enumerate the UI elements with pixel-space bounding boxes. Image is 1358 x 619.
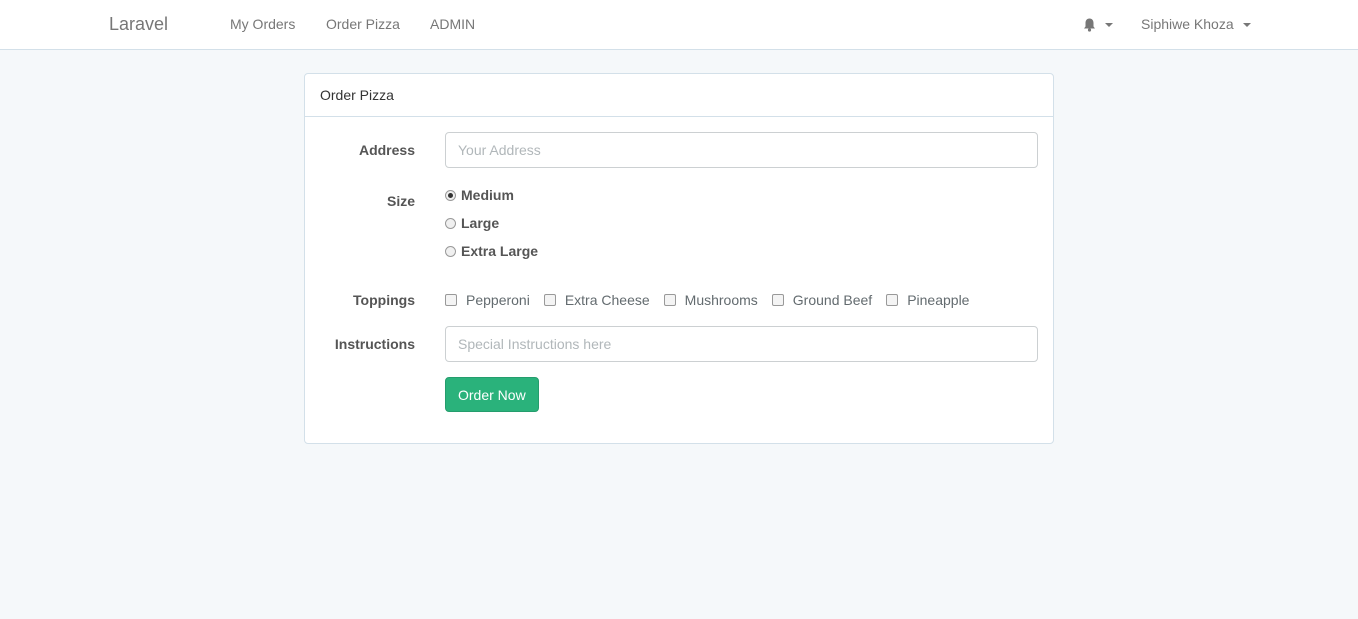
topping-pineapple[interactable]: Pineapple (886, 292, 969, 308)
user-name: Siphiwe Khoza (1141, 16, 1234, 32)
panel-title: Order Pizza (305, 74, 1053, 117)
address-input[interactable] (445, 132, 1038, 168)
toppings-label: Toppings (353, 292, 415, 308)
topping-label: Mushrooms (684, 292, 758, 308)
address-label: Address (358, 142, 415, 158)
chevron-down-icon (1104, 23, 1113, 28)
topping-checkbox-pepperoni[interactable] (445, 294, 457, 306)
chevron-down-icon (1242, 23, 1251, 28)
topping-mushrooms[interactable]: Mushrooms (663, 292, 758, 308)
topping-checkbox-mushrooms[interactable] (663, 294, 676, 306)
brand-link[interactable]: Laravel (109, 14, 168, 35)
topping-label: Pepperoni (466, 292, 530, 308)
bell-icon (1084, 18, 1095, 32)
size-option-label: Large (461, 215, 500, 231)
order-panel: Order Pizza Address Size Medium Large Ex… (304, 73, 1054, 444)
topping-extra-cheese[interactable]: Extra Cheese (543, 292, 650, 308)
nav-link-my-orders[interactable]: My Orders (230, 16, 295, 32)
size-option-medium[interactable]: Medium (445, 187, 514, 203)
toppings-group: Pepperoni Extra Cheese Mushrooms Ground … (445, 292, 983, 308)
size-label: Size (386, 193, 415, 209)
topping-label: Extra Cheese (564, 292, 650, 308)
notifications-dropdown[interactable] (1083, 16, 1113, 32)
size-option-label: Medium (461, 187, 514, 203)
topping-label: Pineapple (907, 292, 970, 308)
size-option-label: Extra Large (461, 243, 539, 259)
size-radio-medium[interactable] (445, 189, 456, 201)
nav-link-admin[interactable]: ADMIN (430, 16, 475, 32)
topping-checkbox-extra-cheese[interactable] (543, 294, 556, 306)
navbar: Laravel My Orders Order Pizza ADMIN Siph… (0, 0, 1358, 50)
size-radio-extra-large[interactable] (445, 245, 456, 257)
nav-link-order-pizza[interactable]: Order Pizza (326, 16, 400, 32)
topping-checkbox-ground-beef[interactable] (771, 294, 784, 306)
size-option-large[interactable]: Large (445, 215, 499, 231)
topping-pepperoni[interactable]: Pepperoni (445, 292, 530, 308)
topping-ground-beef[interactable]: Ground Beef (771, 292, 873, 308)
size-radio-large[interactable] (445, 217, 456, 229)
user-menu[interactable]: Siphiwe Khoza (1141, 16, 1251, 32)
size-option-extra-large[interactable]: Extra Large (445, 243, 538, 259)
instructions-label: Instructions (334, 336, 415, 352)
topping-label: Ground Beef (792, 292, 873, 308)
topping-checkbox-pineapple[interactable] (886, 294, 899, 306)
order-now-button[interactable]: Order Now (445, 377, 539, 412)
instructions-input[interactable] (445, 326, 1038, 362)
